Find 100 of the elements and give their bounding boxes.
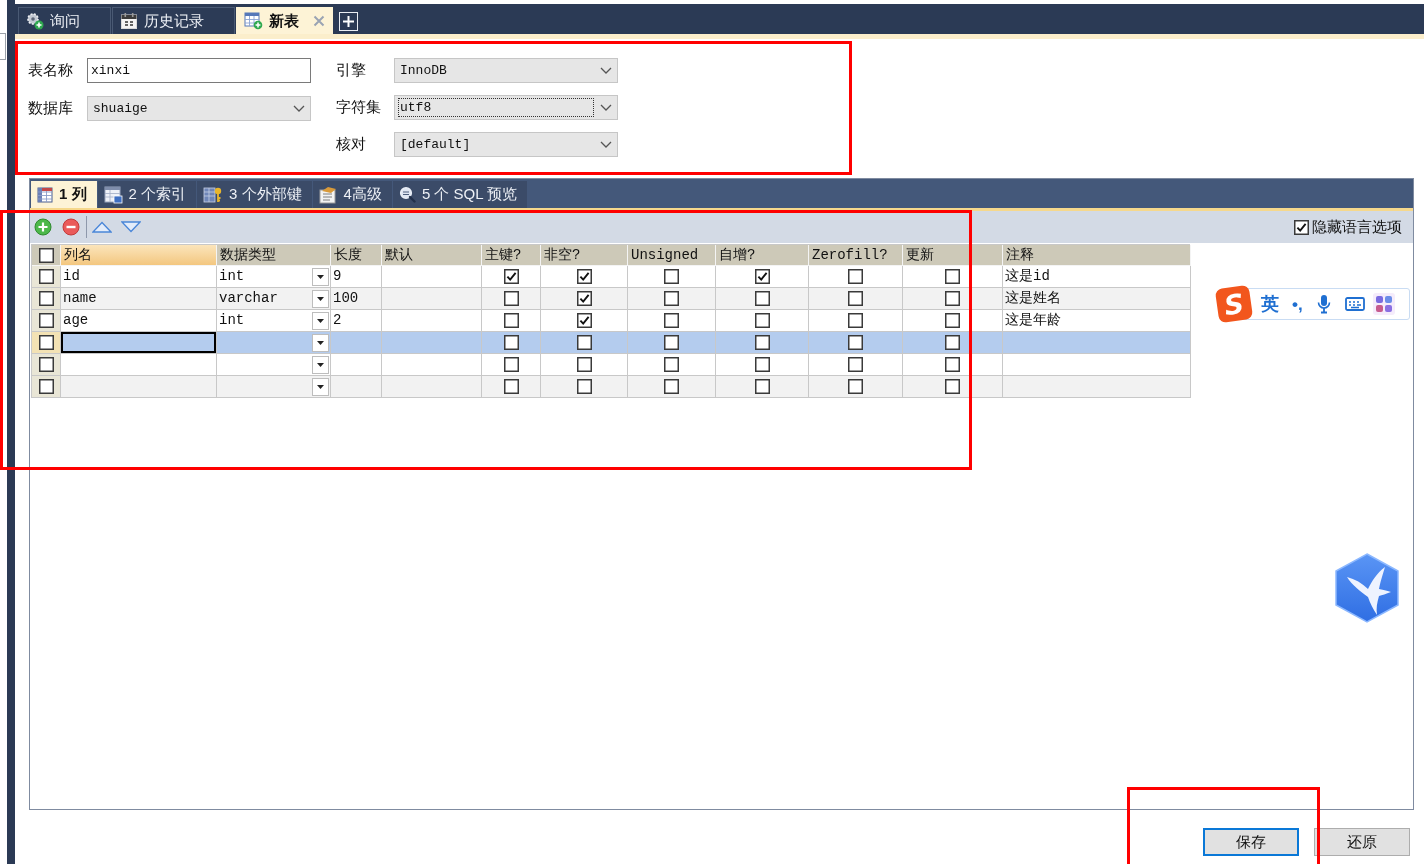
tab[interactable]: 4高级 — [312, 181, 392, 208]
text-field[interactable]: xinxi — [87, 58, 311, 83]
checkbox[interactable] — [664, 357, 679, 372]
column-header[interactable]: 默认 — [382, 245, 482, 266]
checkbox[interactable] — [576, 313, 592, 328]
dropdown-button[interactable] — [312, 333, 329, 352]
checkbox[interactable] — [945, 379, 960, 394]
checkbox[interactable] — [503, 379, 519, 394]
dropdown-field[interactable]: shuaige — [87, 96, 311, 121]
checkbox[interactable] — [503, 269, 519, 284]
column-header[interactable]: 更新 — [903, 245, 1003, 266]
table-row[interactable]: id int 9 这是id — [32, 266, 1190, 288]
column-header[interactable]: 列名 — [61, 245, 217, 266]
checkbox[interactable] — [38, 357, 54, 372]
gears-plus-icon — [26, 12, 44, 30]
column-header[interactable]: 注释 — [1003, 245, 1191, 266]
row-header[interactable] — [32, 376, 61, 398]
checkbox[interactable] — [664, 379, 679, 394]
row-header[interactable] — [32, 332, 61, 354]
checkbox[interactable] — [754, 357, 770, 372]
column-header[interactable]: 主键? — [482, 245, 541, 266]
tab[interactable]: 5 个 SQL 预览 — [392, 181, 528, 208]
tab[interactable]: 历史记录 — [112, 7, 235, 34]
checkbox[interactable] — [576, 291, 592, 306]
checkbox[interactable] — [38, 379, 54, 394]
checkbox[interactable] — [38, 247, 54, 263]
cell-text: varchar — [219, 289, 278, 308]
field-label: 字符集 — [336, 97, 382, 118]
dropdown-button[interactable] — [312, 267, 329, 286]
column-header[interactable]: Zerofill? — [809, 245, 903, 266]
checkbox[interactable] — [945, 269, 960, 284]
checkbox[interactable] — [503, 357, 519, 372]
checkbox[interactable] — [945, 291, 960, 306]
checkbox[interactable] — [576, 269, 592, 284]
microphone-icon[interactable] — [1316, 294, 1331, 314]
table-row[interactable]: age int 2 这是年龄 — [32, 310, 1190, 332]
checkbox[interactable] — [848, 291, 863, 306]
checkbox[interactable] — [1294, 219, 1309, 235]
new-tab-button[interactable] — [339, 12, 358, 31]
checkbox[interactable] — [576, 335, 592, 350]
tab[interactable]: 1 列 — [31, 181, 97, 208]
column-header[interactable]: Unsigned — [628, 245, 716, 266]
column-header[interactable]: 自增? — [716, 245, 809, 266]
tab[interactable]: 询问 — [18, 7, 111, 34]
dropdown-button[interactable] — [312, 311, 329, 330]
checkbox[interactable] — [848, 335, 863, 350]
dialog-button[interactable]: 保存 — [1203, 828, 1299, 856]
checkbox[interactable] — [848, 313, 863, 328]
dropdown-field[interactable]: utf8 — [394, 95, 618, 120]
checkbox[interactable] — [848, 357, 863, 372]
dialog-button[interactable]: 还原 — [1314, 828, 1410, 856]
row-header[interactable] — [32, 266, 61, 288]
checkbox[interactable] — [754, 313, 770, 328]
checkbox[interactable] — [576, 379, 592, 394]
checkbox[interactable] — [664, 291, 679, 306]
table-row[interactable]: name varchar 100 这是姓名 — [32, 288, 1190, 310]
punctuation-toggle[interactable]: •, — [1292, 295, 1303, 313]
column-header[interactable]: 长度 — [331, 245, 382, 266]
column-header[interactable]: 非空? — [541, 245, 628, 266]
bird-hexagon-icon[interactable] — [1335, 553, 1399, 623]
checkbox[interactable] — [576, 357, 592, 372]
checkbox-label: 隐藏语言选项 — [1312, 216, 1402, 237]
checkbox[interactable] — [38, 313, 54, 328]
checkbox[interactable] — [754, 379, 770, 394]
row-header[interactable] — [32, 354, 61, 376]
checkbox[interactable] — [754, 291, 770, 306]
dropdown-field[interactable]: [default] — [394, 132, 618, 157]
checkbox[interactable] — [664, 269, 679, 284]
checkbox[interactable] — [664, 313, 679, 328]
keyboard-icon[interactable] — [1344, 297, 1365, 311]
tab[interactable]: 新表 — [236, 7, 333, 34]
checkbox[interactable] — [754, 335, 770, 350]
checkbox[interactable] — [945, 357, 960, 372]
checkbox[interactable] — [503, 291, 519, 306]
tab[interactable]: 3 个外部键 — [197, 181, 312, 208]
add-button[interactable] — [34, 218, 52, 236]
checkbox[interactable] — [848, 379, 863, 394]
cell-text: int — [219, 311, 245, 330]
checkbox[interactable] — [38, 291, 54, 306]
checkbox[interactable] — [754, 269, 770, 284]
input-mode-toggle[interactable]: 英 — [1261, 295, 1279, 313]
dropdown-field[interactable]: InnoDB — [394, 58, 618, 83]
table-row[interactable] — [32, 332, 1190, 354]
checkbox[interactable] — [503, 313, 519, 328]
column-header[interactable]: 数据类型 — [217, 245, 331, 266]
row-header[interactable] — [32, 310, 61, 332]
dropdown-button[interactable] — [312, 377, 329, 396]
checkbox[interactable] — [664, 335, 679, 350]
remove-button[interactable] — [62, 218, 80, 236]
row-header[interactable] — [32, 288, 61, 310]
checkbox[interactable] — [38, 335, 54, 350]
checkbox[interactable] — [848, 269, 863, 284]
checkbox[interactable] — [503, 335, 519, 350]
checkbox[interactable] — [945, 313, 960, 328]
dropdown-button[interactable] — [312, 289, 329, 308]
apps-grid-icon[interactable] — [1372, 293, 1395, 315]
checkbox[interactable] — [38, 269, 54, 284]
dropdown-button[interactable] — [312, 355, 329, 374]
tab[interactable]: 2 个索引 — [97, 181, 197, 208]
checkbox[interactable] — [945, 335, 960, 350]
